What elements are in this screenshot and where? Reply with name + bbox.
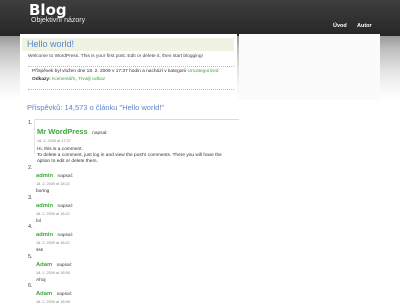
comment-author[interactable]: admin	[36, 173, 53, 179]
comment-wrote: napsal:	[57, 174, 73, 179]
comment-date[interactable]: 18. 2. 2009 at 18:22	[36, 182, 232, 187]
comment-wrote: napsal:	[57, 233, 73, 238]
comment-date[interactable]: 18. 2. 2009 at 18:58	[36, 300, 232, 305]
sidebar	[239, 34, 380, 100]
comments-link[interactable]: Komentáře	[52, 77, 75, 82]
comment-wrote: napsal:	[56, 292, 73, 297]
comment-author[interactable]: Adam	[36, 291, 52, 297]
post-meta: Příspěvek byl vložen dne 18. 2. 2009 v 1…	[28, 66, 234, 90]
comment-author[interactable]: admin	[36, 203, 53, 209]
comment-date[interactable]: 18. 2. 2009 at 18:22	[36, 241, 232, 246]
comment-box: Mr WordPress napsal: 18. 2. 2009 at 17:3…	[34, 119, 239, 164]
comment-box: admin napsal: 18. 2. 2009 at 18:22 lol	[36, 194, 232, 225]
comment-box: admin napsal: 18. 2. 2009 at 18:22 sss	[36, 223, 232, 254]
post-meta-line: Příspěvek byl vložen dne 18. 2. 2009 v 1…	[32, 69, 218, 75]
refs-label: Odkazy:	[32, 77, 51, 82]
comment-date[interactable]: 18. 2. 2009 at 18:58	[36, 271, 232, 276]
comment-wrote: napsal:	[92, 131, 108, 136]
comment-wrote: napsal:	[56, 263, 73, 268]
comment-date[interactable]: 18. 2. 2009 at 18:22	[36, 212, 232, 217]
nav-item-home[interactable]: Úvod	[333, 23, 347, 30]
comment-wrote: napsal:	[57, 204, 73, 209]
post-refs-line: Odkazy: Komentáře, Trvalý odkaz	[32, 77, 106, 82]
comment-date[interactable]: 18. 2. 2009 at 17:37	[37, 139, 237, 144]
comment-box: Adam napsal: 18. 2. 2009 at 18:58	[36, 282, 232, 305]
nav-item-author[interactable]: Autor	[357, 23, 372, 30]
comment-box: admin napsal: 18. 2. 2009 at 18:22 borin…	[36, 164, 232, 195]
post-meta-text: Příspěvek byl vložen dne 18. 2. 2009 v 1…	[32, 69, 187, 74]
post-title[interactable]: Hello world!	[27, 39, 74, 50]
comment-box: Adam napsal: 18. 2. 2009 at 18:58 Ahoj	[36, 253, 232, 284]
comment-author[interactable]: Mr WordPress	[37, 127, 88, 136]
comment-author[interactable]: admin	[36, 232, 53, 238]
site-header: Blog Objektivní názory Úvod Autor	[0, 0, 400, 36]
comments-heading: Příspěvků: 14,573 o článku "Hello world!…	[27, 103, 165, 112]
site-description: Objektivní názory	[31, 17, 86, 24]
permalink-link[interactable]: Trvalý odkaz	[78, 77, 105, 82]
post-body: Welcome to WordPress. This is your first…	[28, 54, 203, 59]
category-link[interactable]: Uncategorized	[187, 69, 218, 74]
comment-author[interactable]: Adam	[36, 262, 52, 268]
